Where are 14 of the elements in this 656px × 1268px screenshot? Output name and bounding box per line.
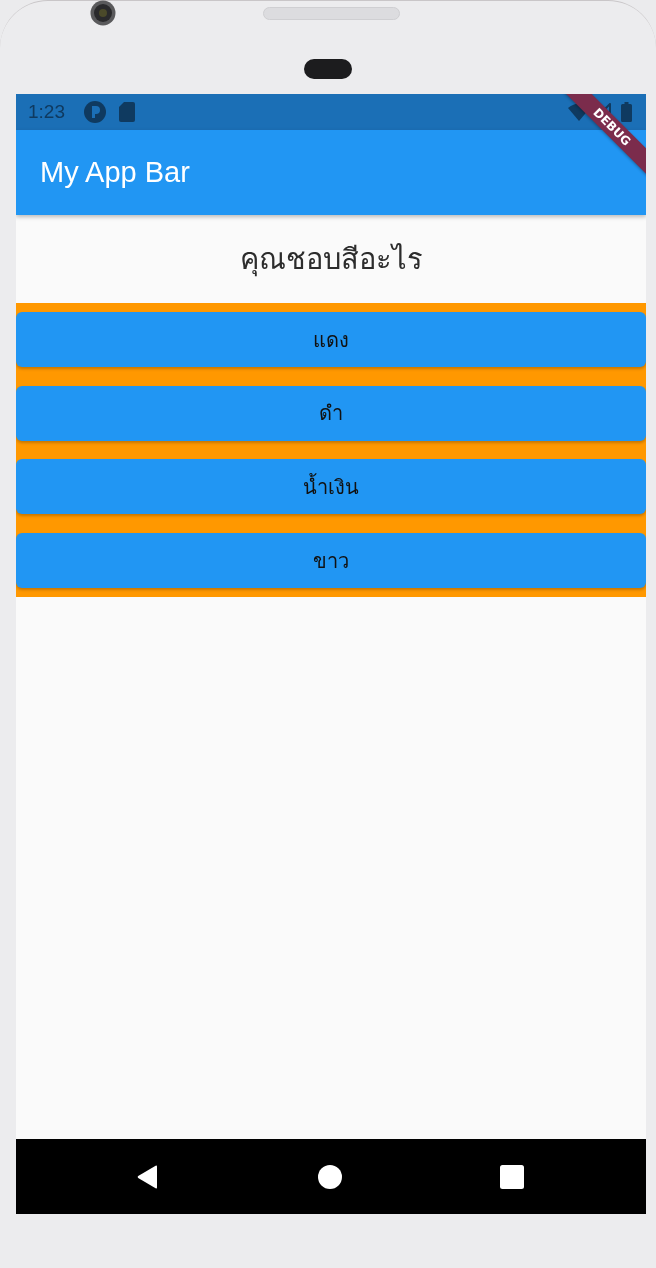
back-icon[interactable] xyxy=(137,1164,159,1189)
sensor-pill xyxy=(304,59,352,79)
question-text: คุณชอบสีอะไร xyxy=(238,241,424,279)
answer-button[interactable]: น้ำเงิน xyxy=(16,459,646,515)
app-bar-title: My App Bar xyxy=(40,156,190,189)
home-icon[interactable] xyxy=(317,1164,342,1189)
answer-button[interactable]: ขาว xyxy=(16,533,646,589)
answer-button[interactable]: ดำ xyxy=(16,385,646,441)
sd-card-icon xyxy=(119,102,135,122)
recents-icon[interactable] xyxy=(500,1164,524,1189)
status-time: 1:23 xyxy=(28,101,65,123)
camera-icon xyxy=(90,0,116,26)
answer-button[interactable]: แดง xyxy=(16,312,646,367)
circle-icon xyxy=(84,101,106,123)
